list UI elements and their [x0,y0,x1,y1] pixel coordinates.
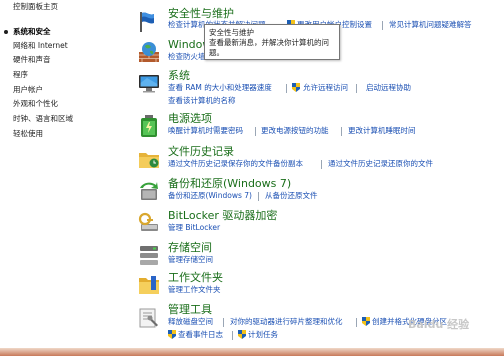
section-title-bitlocker[interactable]: BitLocker 驱动器加密 [168,209,277,223]
section-title-system[interactable]: 系统 [168,69,190,83]
backup-restore-icon [140,182,158,200]
link-computer-name[interactable]: 查看该计算机的名称 [168,96,236,106]
storage-spaces-icon [140,246,158,265]
link-manage-work-folders[interactable]: 管理工作文件夹 [168,285,221,295]
link-file-history-backup[interactable]: 通过文件历史记录保存你的文件备份副本 [168,159,303,169]
divider [255,127,256,136]
bottom-strip [0,348,504,356]
uac-shield-icon [292,83,300,92]
sidebar-item-network[interactable]: 网络和 Internet [13,41,68,51]
watermark-text: Baidu 经验 [408,318,470,331]
tooltip: 安全性与维护 查看最新消息，并解决你计算机的问 题。 [204,24,340,60]
computer-icon [139,75,159,93]
sidebar-item-hardware[interactable]: 硬件和声音 [13,55,51,65]
divider [286,84,287,93]
link-backup-restore[interactable]: 备份和还原(Windows 7) [168,191,252,201]
divider [258,192,259,201]
link-manage-bitlocker[interactable]: 管理 BitLocker [168,223,220,233]
sidebar-item-programs[interactable]: 程序 [13,70,28,80]
link-scheduled-tasks[interactable]: 计划任务 [248,330,278,340]
link-file-history-restore[interactable]: 通过文件历史记录还原你的文件 [328,159,433,169]
sidebar-item-appearance[interactable]: 外观和个性化 [13,99,58,109]
tooltip-text-cont: 题。 [209,48,224,57]
divider [356,84,357,93]
divider [382,21,383,30]
watermark: Baidu 经验 [408,300,500,350]
tooltip-title: 安全性与维护 [209,28,254,37]
bitlocker-drive-icon [138,212,158,231]
work-folder-icon [139,276,159,294]
link-restore-files[interactable]: 从备份还原文件 [265,191,318,201]
link-allow-remote[interactable]: 允许远程访问 [303,83,348,93]
current-bullet [4,30,8,34]
sidebar-item-clock-region[interactable]: 时钟、语言和区域 [13,114,73,124]
uac-shield-icon [168,330,176,339]
sidebar-item-ease-of-access[interactable]: 轻松使用 [13,129,43,139]
sidebar-item-system-security[interactable]: 系统和安全 [13,27,51,37]
tooltip-text: 查看最新消息，并解决你计算机的问 [209,38,329,47]
link-view-ram[interactable]: 查看 RAM 的大小和处理器速度 [168,83,272,93]
sidebar-item-home[interactable]: 控制面板主页 [13,2,58,12]
section-system: 系统 查看 RAM 的大小和处理器速度 允许远程访问 启动远程协助 查看该计算机… [135,69,504,113]
sidebar: 控制面板主页 系统和安全 网络和 Internet 硬件和声音 程序 用户帐户 … [0,0,120,356]
divider [356,318,357,327]
divider [341,127,342,136]
section-title-power[interactable]: 电源选项 [168,112,212,126]
section-title-admin-tools[interactable]: 管理工具 [168,303,212,317]
link-manage-storage[interactable]: 管理存储空间 [168,255,213,265]
divider [223,318,224,327]
sidebar-item-user-accounts[interactable]: 用户帐户 [13,85,43,95]
admin-tools-icon [139,308,158,328]
section-title-security[interactable]: 安全性与维护 [168,7,234,21]
link-defrag[interactable]: 对你的驱动器进行碎片整理和优化 [230,317,343,327]
section-title-storage[interactable]: 存储空间 [168,241,212,255]
firewall-globe-icon [139,42,159,62]
link-troubleshoot[interactable]: 常见计算机问题疑难解答 [389,20,472,30]
link-sleep-time[interactable]: 更改计算机睡眠时间 [348,126,416,136]
folder-history-icon [139,153,159,168]
section-title-work-folders[interactable]: 工作文件夹 [168,271,223,285]
link-power-button[interactable]: 更改电源按钮的功能 [261,126,329,136]
flag-icon [140,12,154,32]
link-remote-assistance[interactable]: 启动远程协助 [366,83,411,93]
link-event-logs[interactable]: 查看事件日志 [178,330,223,340]
uac-shield-icon [238,330,246,339]
divider [232,331,233,340]
section-title-file-history[interactable]: 文件历史记录 [168,145,234,159]
section-title-backup[interactable]: 备份和还原(Windows 7) [168,177,291,191]
link-check-firewall[interactable]: 检查防火墙 [168,52,206,62]
link-wake-password[interactable]: 唤醒计算机时需要密码 [168,126,243,136]
divider [321,160,322,169]
battery-icon [141,115,157,137]
uac-shield-icon [362,317,370,326]
link-free-disk-space[interactable]: 释放磁盘空间 [168,317,213,327]
